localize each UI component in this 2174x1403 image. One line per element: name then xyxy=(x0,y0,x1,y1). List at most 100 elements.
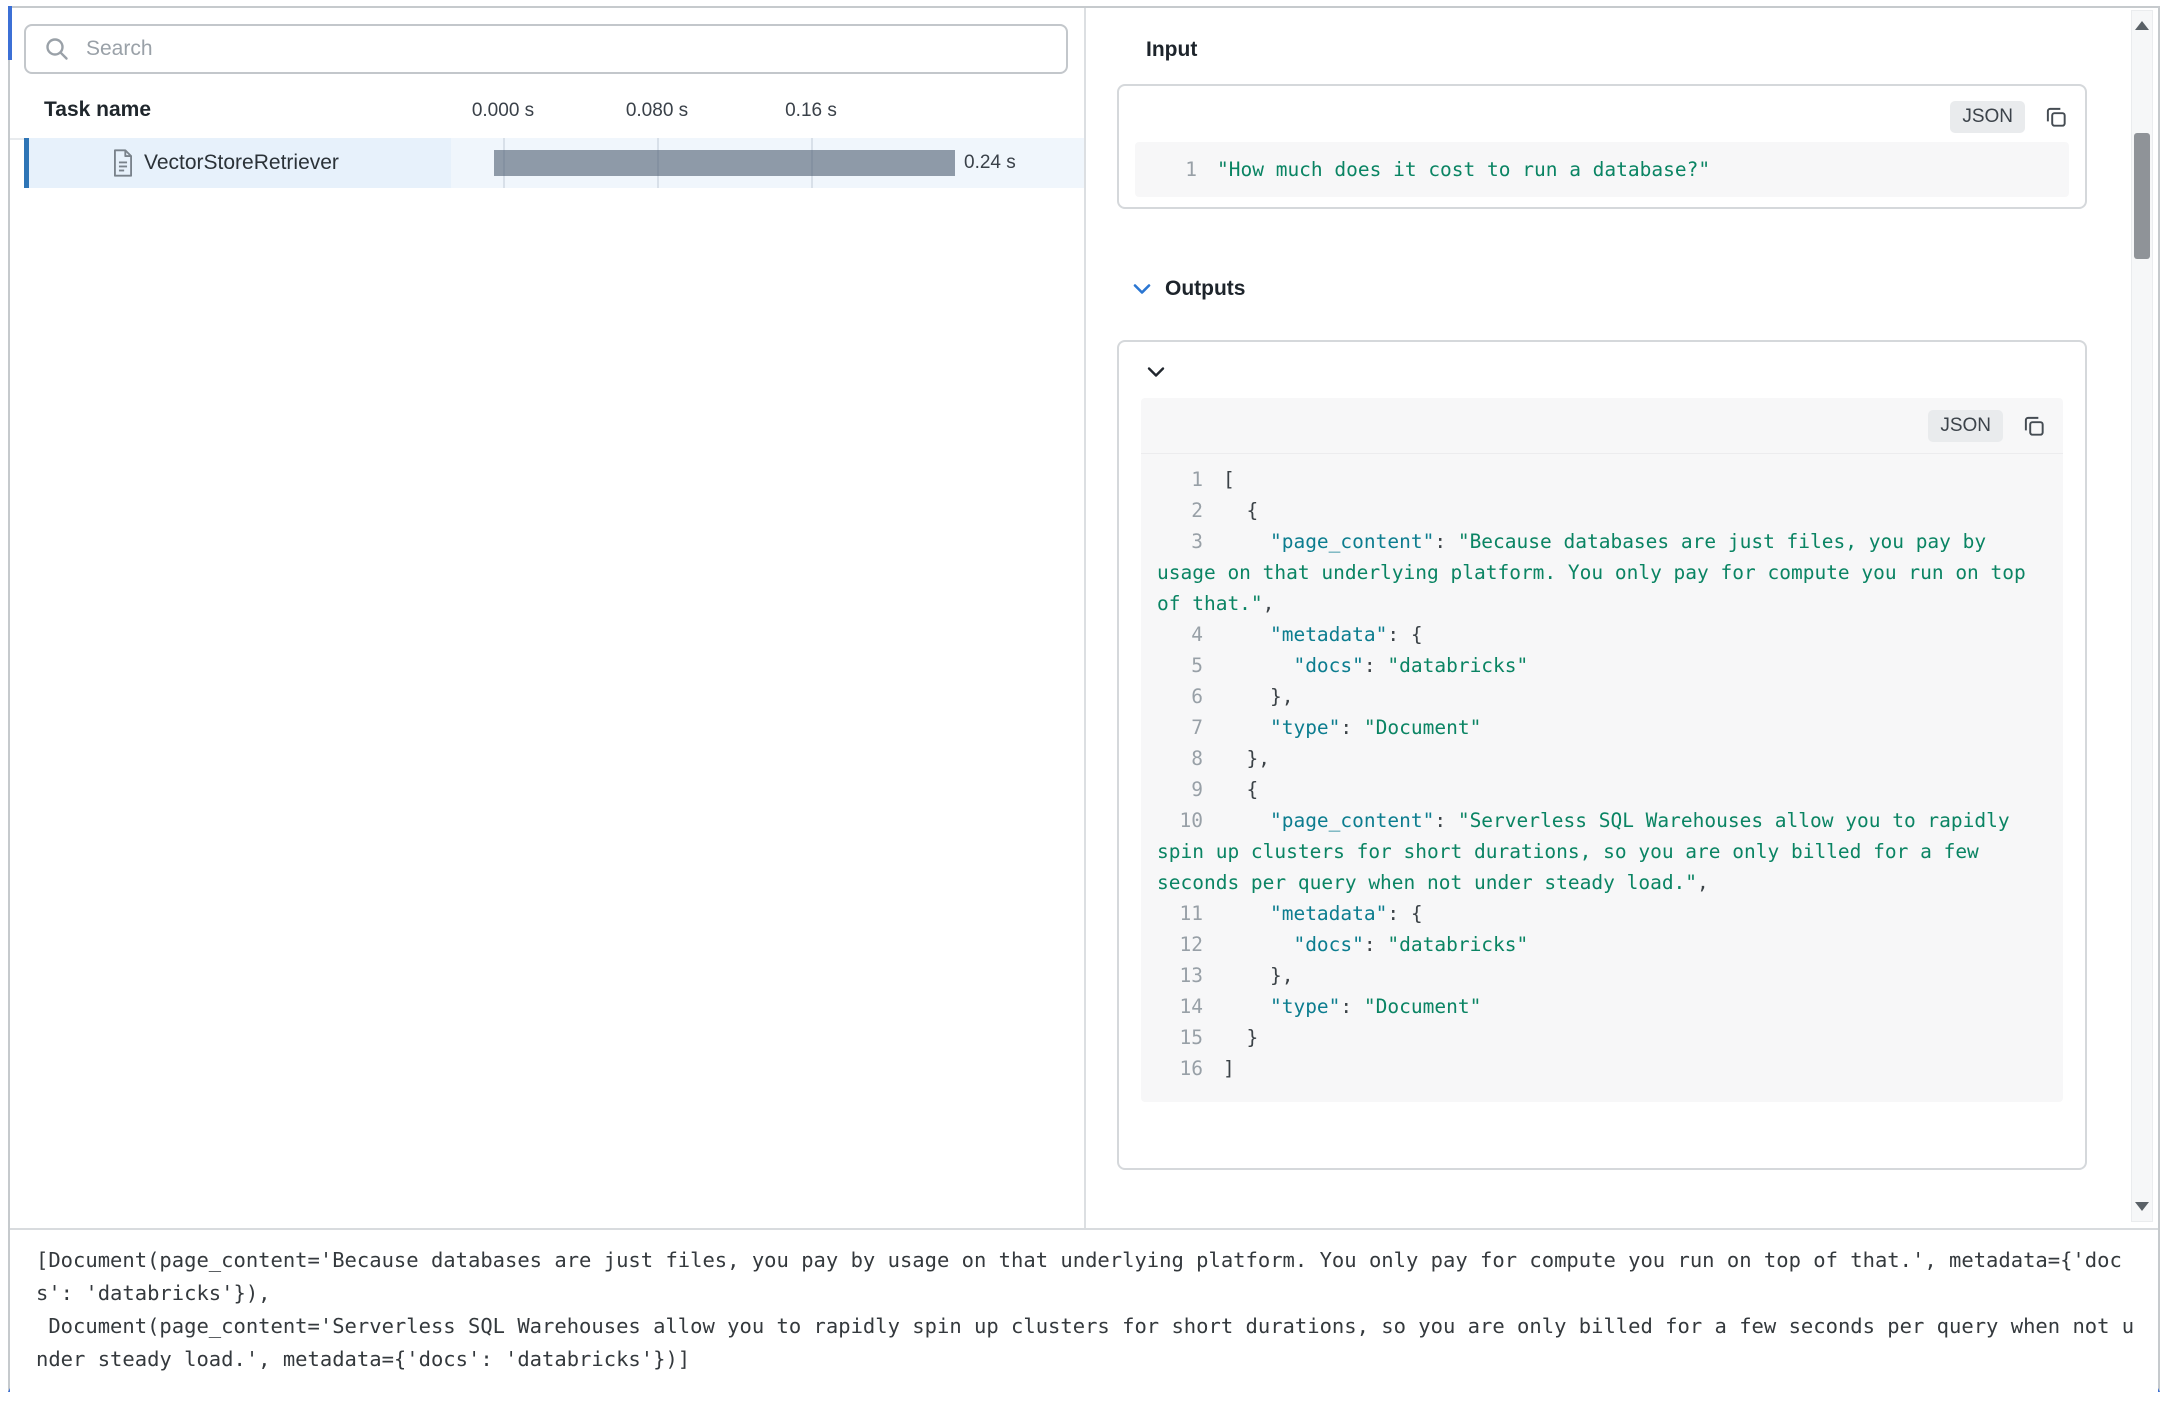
line-number: 7 xyxy=(1157,712,1203,743)
line-number: 9 xyxy=(1157,774,1203,805)
detail-scroll-area: Input JSON 1"How much does it cost to ru… xyxy=(1086,8,2128,1228)
collapse-chevron-icon[interactable] xyxy=(1147,366,1165,378)
json-string: "databricks" xyxy=(1387,654,1528,677)
json-punctuation: }, xyxy=(1223,964,1293,987)
code-line: 10 "page_content": "Serverless SQL Wareh… xyxy=(1157,805,2047,898)
json-punctuation: }, xyxy=(1223,685,1293,708)
gantt-gridline xyxy=(811,138,813,188)
json-punctuation: [ xyxy=(1223,468,1235,491)
main-area: Task name 0.000 s 0.080 s 0.16 s VectorS… xyxy=(10,8,2158,1228)
raw-output-panel: [Document(page_content='Because database… xyxy=(10,1228,2158,1392)
json-punctuation xyxy=(1223,902,1270,925)
input-card: JSON 1"How much does it cost to run a da… xyxy=(1117,84,2087,209)
json-string: "databricks" xyxy=(1387,933,1528,956)
code-line: 13 }, xyxy=(1157,960,2047,991)
json-punctuation: ] xyxy=(1223,1057,1235,1080)
code-line: 7 "type": "Document" xyxy=(1157,712,2047,743)
search-input[interactable] xyxy=(84,36,1066,62)
gantt-gridline xyxy=(657,138,659,188)
vertical-scrollbar[interactable] xyxy=(2131,10,2153,1222)
json-key: "page_content" xyxy=(1270,809,1434,832)
line-number: 4 xyxy=(1157,619,1203,650)
outputs-card: JSON 1[2 {3 "page_content": "Because dat… xyxy=(1117,340,2087,1170)
scroll-up-arrow[interactable] xyxy=(2135,21,2149,30)
task-name: VectorStoreRetriever xyxy=(144,138,339,188)
code-line: 15 } xyxy=(1157,1022,2047,1053)
line-number: 3 xyxy=(1157,526,1203,557)
input-card-toolbar: JSON xyxy=(1119,86,2085,142)
code-line: 2 { xyxy=(1157,495,2047,526)
selected-row-accent xyxy=(24,138,29,188)
line-number: 2 xyxy=(1157,495,1203,526)
outputs-section-header[interactable]: Outputs xyxy=(1133,277,2124,301)
code-line: 16] xyxy=(1157,1053,2047,1084)
task-row-vectorstoreretriever[interactable]: VectorStoreRetriever 0.24 s xyxy=(24,138,1084,188)
json-punctuation: , xyxy=(1697,871,1709,894)
json-string: "Document" xyxy=(1364,995,1481,1018)
json-punctuation: : xyxy=(1340,716,1363,739)
json-punctuation xyxy=(1223,530,1270,553)
outputs-code-container: JSON 1[2 {3 "page_content": "Because dat… xyxy=(1141,398,2063,1102)
code-line: 11 "metadata": { xyxy=(1157,898,2047,929)
outputs-code-block: 1[2 {3 "page_content": "Because database… xyxy=(1141,454,2063,1102)
scroll-down-arrow[interactable] xyxy=(2135,1202,2149,1211)
json-punctuation: : xyxy=(1434,809,1457,832)
span-detail-panel: Input JSON 1"How much does it cost to ru… xyxy=(1086,8,2158,1228)
time-tick-label: 0.080 s xyxy=(626,100,688,122)
json-punctuation: } xyxy=(1223,1026,1258,1049)
line-number: 12 xyxy=(1157,929,1203,960)
code-line: 1[ xyxy=(1157,464,2047,495)
code-line: 9 { xyxy=(1157,774,2047,805)
json-punctuation: : xyxy=(1340,995,1363,1018)
code-line: 4 "metadata": { xyxy=(1157,619,2047,650)
json-punctuation xyxy=(1223,623,1270,646)
raw-output-line: [Document(page_content='Because database… xyxy=(36,1244,2138,1310)
json-key: "docs" xyxy=(1293,654,1363,677)
code-line: 5 "docs": "databricks" xyxy=(1157,650,2047,681)
scrollbar-thumb[interactable] xyxy=(2134,133,2150,259)
json-punctuation xyxy=(1223,995,1270,1018)
copy-icon[interactable] xyxy=(2043,104,2069,130)
line-number: 6 xyxy=(1157,681,1203,712)
table-header: Task name 0.000 s 0.080 s 0.16 s xyxy=(10,88,1084,140)
trace-viewer-window: Task name 0.000 s 0.080 s 0.16 s VectorS… xyxy=(8,6,2160,1392)
time-tick-label: 0.16 s xyxy=(785,100,837,122)
json-punctuation: , xyxy=(1263,592,1275,615)
line-number: 16 xyxy=(1157,1053,1203,1084)
chevron-down-icon[interactable] xyxy=(1133,283,1151,295)
json-format-badge[interactable]: JSON xyxy=(1950,101,2025,133)
json-punctuation: : { xyxy=(1387,623,1422,646)
line-number: 10 xyxy=(1157,805,1203,836)
json-punctuation: : xyxy=(1364,933,1387,956)
json-key: "page_content" xyxy=(1270,530,1434,553)
line-number: 1 xyxy=(1151,154,1197,185)
raw-output-line: Document(page_content='Serverless SQL Wa… xyxy=(36,1310,2138,1376)
outputs-card-toolbar: JSON xyxy=(1141,398,2063,454)
copy-icon[interactable] xyxy=(2021,413,2047,439)
line-number: 14 xyxy=(1157,991,1203,1022)
line-number: 8 xyxy=(1157,743,1203,774)
search-box[interactable] xyxy=(24,24,1068,74)
outputs-section-title: Outputs xyxy=(1165,277,1245,301)
search-icon xyxy=(44,36,70,62)
json-key: "metadata" xyxy=(1270,902,1387,925)
json-punctuation xyxy=(1223,933,1293,956)
line-number: 11 xyxy=(1157,898,1203,929)
json-key: "metadata" xyxy=(1270,623,1387,646)
line-number: 1 xyxy=(1157,464,1203,495)
task-name-column-header: Task name xyxy=(44,98,151,122)
input-section-title: Input xyxy=(1146,38,2124,62)
json-punctuation: }, xyxy=(1223,747,1270,770)
json-format-badge[interactable]: JSON xyxy=(1928,410,2003,442)
code-line: 3 "page_content": "Because databases are… xyxy=(1157,526,2047,619)
code-line: 8 }, xyxy=(1157,743,2047,774)
code-line: 12 "docs": "databricks" xyxy=(1157,929,2047,960)
document-icon xyxy=(109,148,137,178)
duration-bar[interactable] xyxy=(494,150,955,176)
input-code-container: 1"How much does it cost to run a databas… xyxy=(1135,142,2069,197)
json-string: "Document" xyxy=(1364,716,1481,739)
json-punctuation: : { xyxy=(1387,902,1422,925)
json-key: "type" xyxy=(1270,995,1340,1018)
code-line: 1"How much does it cost to run a databas… xyxy=(1151,154,2053,185)
json-punctuation: : xyxy=(1364,654,1387,677)
